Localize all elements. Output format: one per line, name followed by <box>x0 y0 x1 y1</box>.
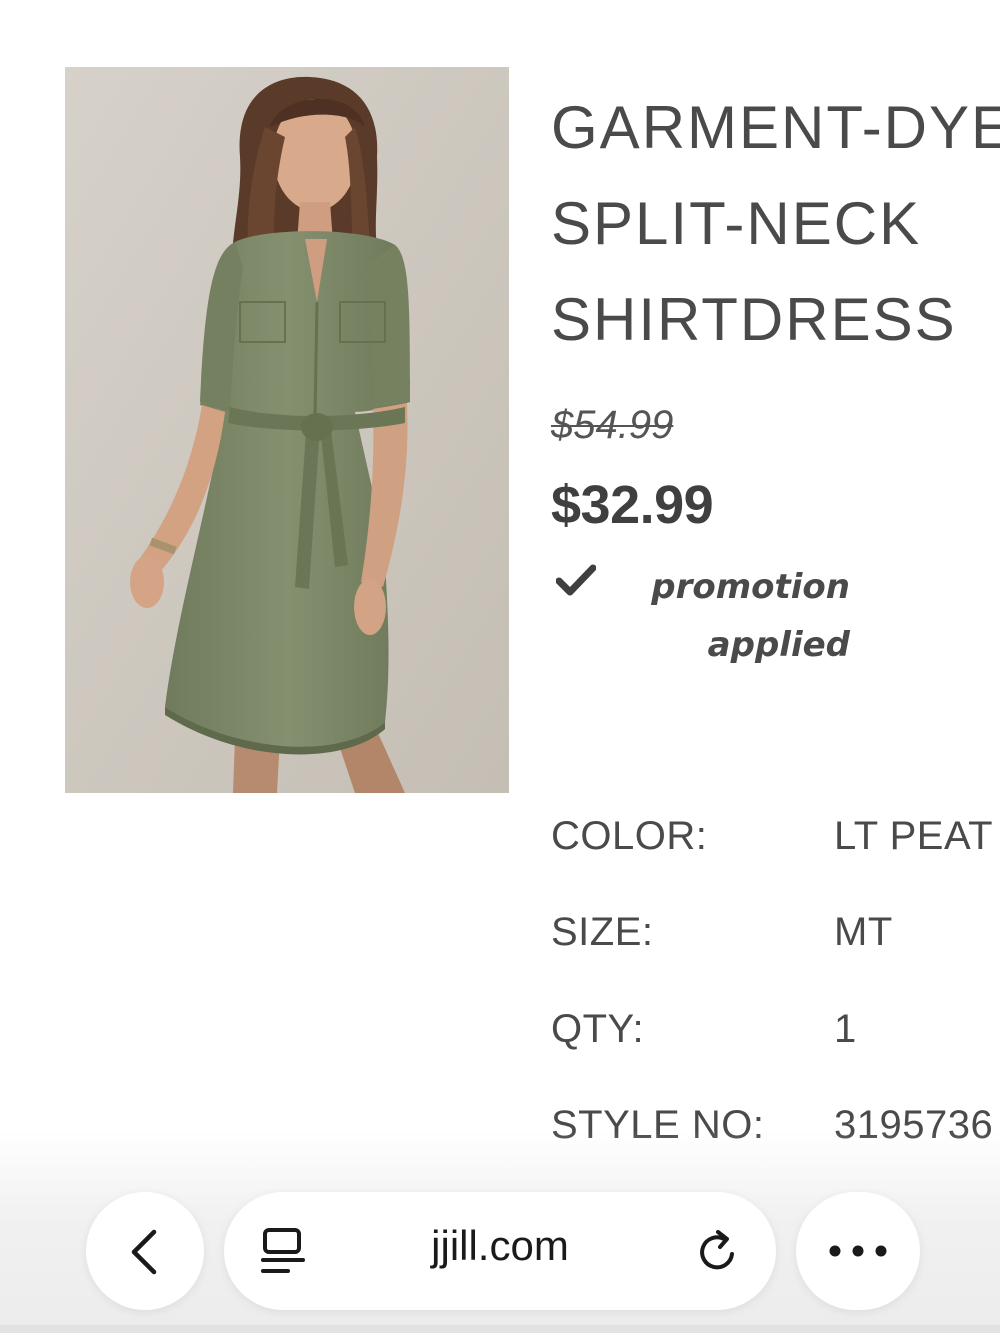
attribute-value: 1 <box>834 1007 857 1051</box>
dress-photo <box>65 67 509 793</box>
checkmark-icon <box>556 564 596 596</box>
chevron-left-icon <box>131 1229 157 1275</box>
promotion-line: promotion <box>651 567 850 607</box>
address-bar[interactable]: jjill.com <box>224 1192 776 1310</box>
attribute-row-color: COLOR: LT PEAT <box>551 814 1000 874</box>
more-button[interactable] <box>796 1192 920 1310</box>
attribute-value: LT PEAT <box>834 814 994 858</box>
product-page: GARMENT-DYED SPLIT-NECK SHIRTDRESS $54.9… <box>0 0 1000 1333</box>
attribute-label: SIZE: <box>551 910 654 954</box>
product-image[interactable] <box>65 67 509 793</box>
attribute-label: COLOR: <box>551 814 708 858</box>
attribute-row-qty: QTY: 1 <box>551 1007 1000 1067</box>
product-title-line: GARMENT-DYED <box>551 94 1000 161</box>
product-title-line: SPLIT-NECK <box>551 190 922 257</box>
sale-price: $32.99 <box>551 475 714 535</box>
product-title: GARMENT-DYED SPLIT-NECK SHIRTDRESS <box>551 80 1000 368</box>
attribute-row-size: SIZE: MT <box>551 910 1000 970</box>
product-title-line: SHIRTDRESS <box>551 286 957 353</box>
attribute-value: MT <box>834 910 893 954</box>
bottom-edge <box>0 1325 1000 1333</box>
attribute-label: QTY: <box>551 1007 645 1051</box>
promotion-label: promotion applied <box>610 558 850 674</box>
more-dots-icon <box>829 1245 887 1257</box>
promotion-line: applied <box>707 625 850 665</box>
original-price: $54.99 <box>551 403 674 447</box>
back-button[interactable] <box>86 1192 204 1310</box>
reload-icon[interactable] <box>694 1228 742 1276</box>
